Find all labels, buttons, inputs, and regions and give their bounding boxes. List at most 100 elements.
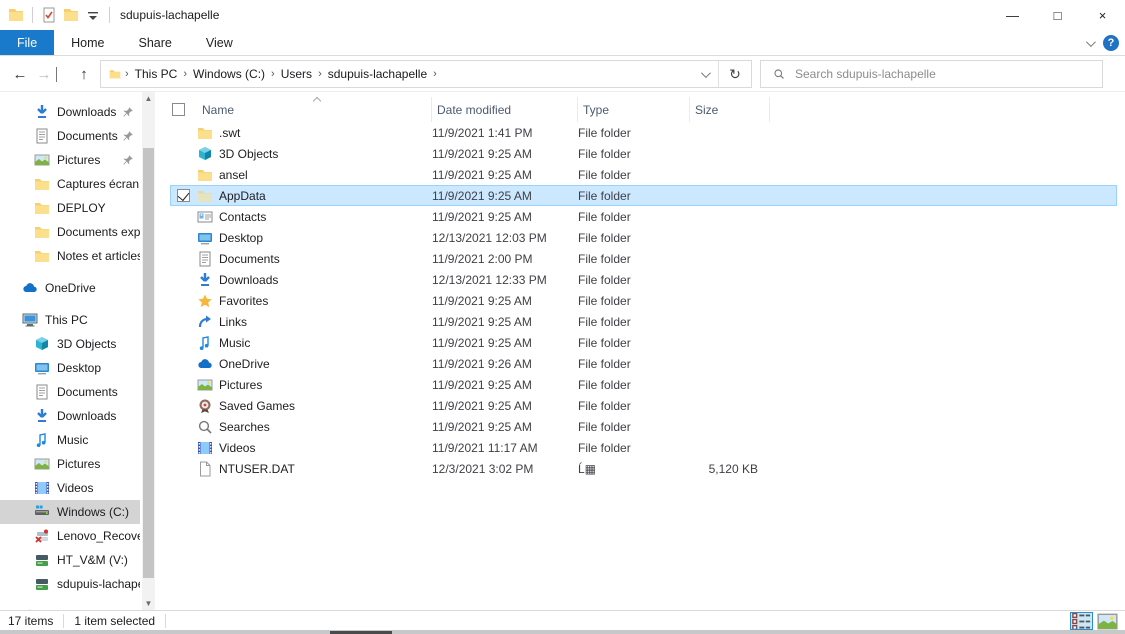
sidebar-item-music[interactable]: Music [0,428,140,452]
maximize-button[interactable]: □ [1035,0,1080,30]
tab-file[interactable]: File [0,30,54,55]
search-placeholder: Search sdupuis-lachapelle [795,67,936,81]
breadcrumb-segment[interactable]: Users [277,67,316,81]
folder-icon [197,188,213,204]
sidebar-item-videos[interactable]: Videos [0,476,140,500]
sidebar-item-documents[interactable]: Documents [0,380,140,404]
file-name: Desktop [219,231,263,245]
sidebar-item-documents-expl[interactable]: Documents expl [0,220,140,244]
sidebar-item-captures-cran[interactable]: Captures écran [0,172,140,196]
row-checkbox[interactable] [177,189,190,202]
up-button[interactable]: ↑ [72,66,96,83]
tab-share[interactable]: Share [122,30,189,55]
scroll-down-icon[interactable]: ▼ [142,597,155,610]
column-header-name[interactable]: Name [197,97,432,122]
file-name: Downloads [219,273,278,287]
file-row-music[interactable]: Music11/9/2021 9:25 AMFile folder [170,332,1117,353]
document-icon [34,128,50,144]
file-type: File folder [578,420,690,434]
address-bar[interactable]: ›This PC›Windows (C:)›Users›sdupuis-lach… [100,60,752,88]
file-row-favorites[interactable]: Favorites11/9/2021 9:25 AMFile folder [170,290,1117,311]
scrollbar-thumb[interactable] [143,148,154,578]
navigation-bar: ← → ↑ ›This PC›Windows (C:)›Users›sdupui… [0,57,1125,92]
date-modified: 11/9/2021 2:00 PM [432,252,578,266]
recent-locations-icon[interactable] [56,67,72,81]
file-row-contacts[interactable]: Contacts11/9/2021 9:25 AMFile folder [170,206,1117,227]
search-input[interactable]: Search sdupuis-lachapelle [760,60,1103,88]
file-type: File folder [578,399,690,413]
sidebar-item-desktop[interactable]: Desktop [0,356,140,380]
column-header-size[interactable]: Size [690,97,770,122]
date-modified: 11/9/2021 9:25 AM [432,315,578,329]
sidebar-item-downloads[interactable]: Downloads [0,100,140,124]
status-bar: 17 items 1 item selected [0,610,1125,630]
sidebar-item-label: Music [57,433,88,447]
sidebar-item-label: DEPLOY [57,201,106,215]
address-dropdown-icon[interactable] [690,61,718,87]
minimize-button[interactable]: — [990,0,1035,30]
file-row-videos[interactable]: Videos11/9/2021 11:17 AMFile folder [170,437,1117,458]
refresh-icon[interactable]: ↻ [719,61,751,87]
download-icon [197,272,213,288]
file-row--swt[interactable]: .swt11/9/2021 1:41 PMFile folder [170,122,1117,143]
file-row-searches[interactable]: Searches11/9/2021 9:25 AMFile folder [170,416,1117,437]
file-explorer-window: sdupuis-lachapelle —□× FileHomeShareView… [0,0,1125,634]
folder-icon [34,248,50,264]
sidebar-item-pictures[interactable]: Pictures [0,148,140,172]
properties-icon[interactable] [41,7,57,23]
forward-button[interactable]: → [32,66,56,83]
file-row-saved-games[interactable]: Saved Games11/9/2021 9:25 AMFile folder [170,395,1117,416]
sidebar-item-this-pc[interactable]: This PC [0,308,140,332]
sidebar-item-deploy[interactable]: DEPLOY [0,196,140,220]
details-view-button[interactable] [1070,612,1093,630]
help-icon[interactable]: ? [1103,35,1119,51]
close-button[interactable]: × [1080,0,1125,30]
disk-red-icon [34,528,50,544]
customize-qat-icon[interactable] [85,7,101,23]
sidebar-item-lenovo-recover[interactable]: Lenovo_Recover [0,524,140,548]
column-header-date-modified[interactable]: Date modified [432,97,578,122]
disk-green-icon [34,576,50,592]
file-row-ansel[interactable]: ansel11/9/2021 9:25 AMFile folder [170,164,1117,185]
explorer-folder-icon[interactable] [8,7,24,23]
sidebar-item-3d-objects[interactable]: 3D Objects [0,332,140,356]
sidebar-item-downloads[interactable]: Downloads [0,404,140,428]
sidebar-item-windows-c-[interactable]: Windows (C:) [0,500,140,524]
scroll-up-icon[interactable]: ▲ [142,92,155,105]
sidebar-item-onedrive[interactable]: OneDrive [0,276,140,300]
back-button[interactable]: ← [8,66,32,83]
file-row-pictures[interactable]: Pictures11/9/2021 9:25 AMFile folder [170,374,1117,395]
select-all-checkbox[interactable] [172,103,185,116]
tab-view[interactable]: View [189,30,250,55]
file-row-downloads[interactable]: Downloads12/13/2021 12:33 PMFile folder [170,269,1117,290]
column-header-type[interactable]: Type [578,97,690,122]
sidebar-scrollbar[interactable]: ▲ ▼ [142,92,155,610]
file-row-documents[interactable]: Documents11/9/2021 2:00 PMFile folder [170,248,1117,269]
breadcrumb-segment[interactable]: Windows (C:) [189,67,269,81]
title-bar: sdupuis-lachapelle —□× [0,0,1125,30]
desktop-icon [34,360,50,376]
file-row-links[interactable]: Links11/9/2021 9:25 AMFile folder [170,311,1117,332]
file-name: AppData [219,189,266,203]
file-row-ntuser-dat[interactable]: NTUSER.DAT12/3/2021 3:02 PMĹ▦5,120 KB [170,458,1117,479]
file-name: Contacts [219,210,266,224]
sidebar-item-ht-v-m-v-[interactable]: HT_V&M (V:) [0,548,140,572]
file-type: Ĺ▦ [578,462,690,476]
file-row-onedrive[interactable]: OneDrive11/9/2021 9:26 AMFile folder [170,353,1117,374]
sidebar-item-notes-et-articles[interactable]: Notes et articles [0,244,140,268]
selected-count: 1 item selected [74,614,155,628]
file-row-appdata[interactable]: AppData11/9/2021 9:25 AMFile folder [170,185,1117,206]
file-row-3d-objects[interactable]: 3D Objects11/9/2021 9:25 AMFile folder [170,143,1117,164]
tab-home[interactable]: Home [54,30,121,55]
ribbon-collapse-icon[interactable] [1086,37,1096,47]
large-icons-view-button[interactable] [1096,612,1119,630]
file-name: Links [219,315,247,329]
sidebar-item-pictures[interactable]: Pictures [0,452,140,476]
file-row-desktop[interactable]: Desktop12/13/2021 12:03 PMFile folder [170,227,1117,248]
breadcrumb-segment[interactable]: This PC [131,67,182,81]
new-folder-icon[interactable] [63,7,79,23]
date-modified: 11/9/2021 9:25 AM [432,210,578,224]
sidebar-item-documents[interactable]: Documents [0,124,140,148]
sidebar-item-sdupuis-lachape[interactable]: sdupuis-lachape [0,572,140,596]
breadcrumb-segment[interactable]: sdupuis-lachapelle [324,67,431,81]
